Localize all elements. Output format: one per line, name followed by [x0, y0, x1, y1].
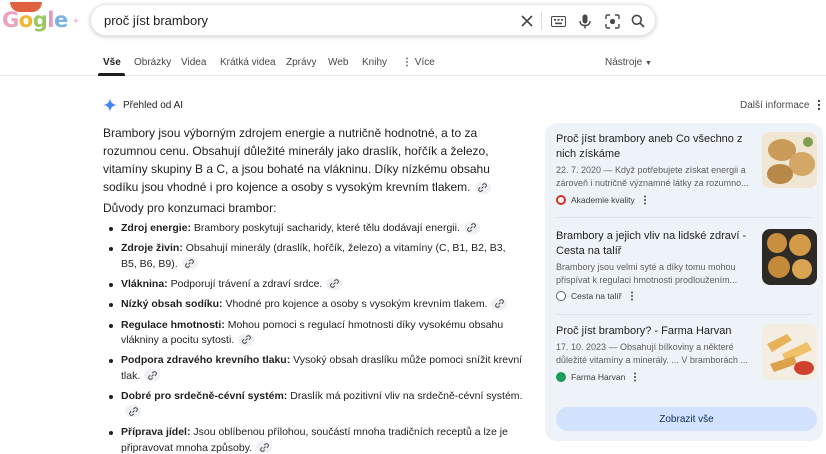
source-meta: Akademie kvality [556, 195, 647, 205]
source-site: Farma Harvan [571, 372, 626, 382]
tab-images[interactable]: Obrázky [134, 57, 171, 68]
sources-panel: Proč jíst brambory aneb Co všechno z nic… [545, 123, 823, 441]
ai-summary-text: Brambory jsou výborným zdrojem energie a… [103, 126, 490, 194]
source-card[interactable]: Proč jíst brambory? - Farma Harvan 17. 1… [545, 315, 823, 407]
divider [556, 217, 812, 218]
reason-text: Brambory poskytují sacharidy, které tělu… [191, 222, 460, 234]
search-icon[interactable] [629, 12, 647, 30]
header: Gogle ✦ proč jíst brambory [0, 0, 826, 44]
link-icon[interactable] [144, 369, 161, 382]
ai-overview-title: Přehled od AI [123, 99, 184, 111]
source-card[interactable]: Proč jíst brambory aneb Co všechno z nic… [545, 123, 823, 215]
source-snippet: 17. 10. 2023 — Obsahují bílkoviny a někt… [556, 342, 748, 365]
reason-term: Vláknina: [121, 278, 168, 291]
ai-summary: Brambory jsou výborným zdrojem energie a… [103, 124, 523, 196]
lens-camera-icon[interactable] [603, 12, 621, 30]
active-tab-indicator [98, 73, 125, 76]
source-snippet: Brambory jsou velmi syté a díky tomu moh… [556, 262, 738, 285]
reason-term: Podpora zdravého krevního tlaku: [121, 354, 291, 367]
source-thumbnail[interactable] [762, 324, 817, 380]
tab-more-label: Více [414, 57, 435, 68]
site-favicon [556, 195, 566, 205]
list-item: Regulace hmotnosti: Mohou pomoci s regul… [103, 318, 523, 349]
source-thumbnail[interactable] [762, 229, 817, 285]
sparkle-icon: ✦ [72, 16, 80, 26]
tab-short-videos[interactable]: Krátká videa [220, 57, 276, 68]
source-title[interactable]: Brambory a jejich vliv na lidské zdraví … [556, 229, 748, 259]
list-item: Podpora zdravého krevního tlaku: Vysoký … [103, 353, 523, 384]
link-icon[interactable] [491, 297, 508, 310]
source-meta: Cesta na talíř [556, 291, 634, 301]
search-divider [541, 12, 542, 30]
reason-term: Dobré pro srdečně-cévní systém: [121, 390, 288, 403]
tab-more[interactable]: ⋮ Více [402, 57, 435, 68]
source-title[interactable]: Proč jíst brambory? - Farma Harvan [556, 324, 748, 339]
show-all-button[interactable]: Zobrazit vše [556, 407, 817, 431]
link-icon[interactable] [238, 333, 255, 346]
reason-term: Nízký obsah sodíku: [121, 298, 223, 311]
source-thumbnail[interactable] [762, 132, 817, 188]
link-icon[interactable] [181, 257, 198, 270]
microphone-icon[interactable] [576, 12, 594, 30]
tab-web[interactable]: Web [328, 57, 348, 68]
tab-videos[interactable]: Videa [181, 57, 206, 68]
reason-text: Draslík má pozitivní vliv na srdečně-cév… [287, 390, 523, 403]
tools-label: Nástroje [605, 57, 643, 68]
link-icon[interactable] [474, 181, 491, 194]
google-doodle-logo[interactable]: Gogle ✦ [0, 2, 80, 36]
tab-all[interactable]: Vše [103, 57, 121, 68]
source-snippet: 22. 7. 2020 — Když potřebujete získat en… [556, 165, 749, 188]
search-box[interactable]: proč jíst brambory [90, 4, 656, 36]
link-icon[interactable] [256, 441, 273, 454]
link-icon[interactable] [463, 221, 480, 234]
list-item: Příprava jídel: Jsou oblíbenou přílohou,… [103, 425, 523, 454]
more-info-link[interactable]: Další informace [740, 100, 809, 111]
more-vertical-icon: ⋮ [402, 57, 412, 68]
clear-icon[interactable] [518, 12, 536, 30]
reason-text: Podporují trávení a zdraví srdce. [167, 278, 323, 291]
more-options-icon[interactable] [630, 291, 634, 301]
tab-books[interactable]: Knihy [362, 57, 387, 68]
logo-wordmark: Gogle [2, 8, 68, 32]
link-icon[interactable] [326, 277, 343, 290]
ai-sparkle-icon [103, 98, 117, 112]
list-item: Nízký obsah sodíku: Vhodné pro kojence a… [103, 297, 523, 313]
source-meta: Farma Harvan [556, 372, 637, 382]
reason-term: Zdroj energie: [121, 222, 192, 234]
more-options-icon[interactable] [633, 372, 637, 382]
reasons-list: Zdroj energie: Brambory poskytují sachar… [103, 221, 523, 454]
reasons-heading: Důvody pro konzumaci brambor: [103, 201, 277, 215]
search-tabs: Vše Obrázky Videa Krátká videa Zprávy We… [0, 44, 826, 76]
source-site: Cesta na talíř [571, 291, 622, 301]
reason-term: Regulace hmotnosti: [121, 318, 225, 331]
more-options-icon[interactable] [643, 195, 647, 205]
source-title[interactable]: Proč jíst brambory aneb Co všechno z nic… [556, 132, 748, 162]
ai-overview-header: Přehled od AI [103, 97, 183, 113]
tab-news[interactable]: Zprávy [286, 57, 317, 68]
list-item: Vláknina: Podporují trávení a zdraví srd… [103, 277, 523, 293]
tools-button[interactable]: Nástroje ▼ [605, 57, 652, 68]
search-input[interactable]: proč jíst brambory [104, 13, 208, 28]
list-item: Zdroj energie: Brambory poskytují sachar… [103, 221, 523, 237]
reason-text: Vhodné pro kojence a osoby s vysokým kre… [222, 298, 488, 311]
site-favicon [556, 291, 566, 301]
source-site: Akademie kvality [571, 195, 635, 205]
reason-term: Příprava jídel: [121, 426, 191, 439]
site-favicon [556, 372, 566, 382]
reason-term: Zdroje živin: [121, 242, 183, 255]
more-options-icon[interactable] [816, 98, 822, 112]
link-icon[interactable] [125, 405, 141, 418]
caret-down-icon: ▼ [645, 60, 652, 67]
list-item: Zdroje živin: Obsahují minerály (draslík… [103, 241, 523, 272]
source-card[interactable]: Brambory a jejich vliv na lidské zdraví … [545, 220, 823, 312]
keyboard-icon[interactable] [549, 12, 567, 30]
list-item: Dobré pro srdečně-cévní systém: Draslík … [103, 389, 523, 420]
